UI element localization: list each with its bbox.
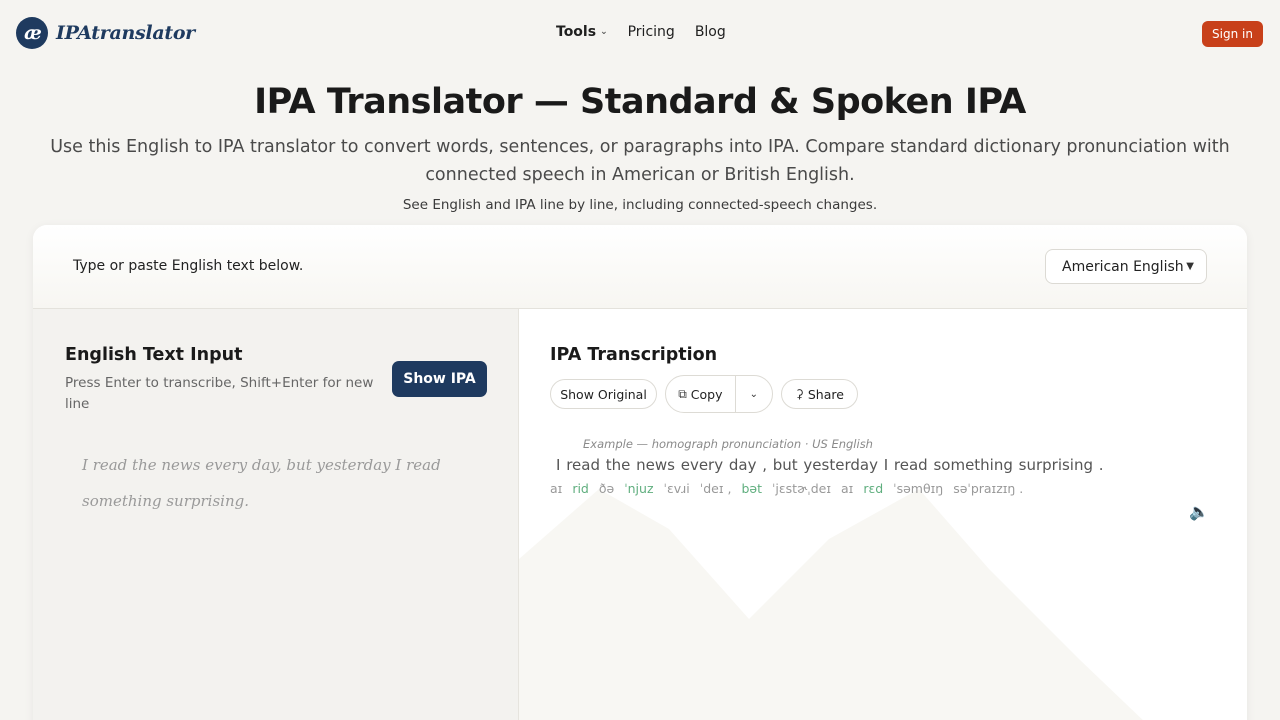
- input-panel: English Text Input Press Enter to transc…: [33, 309, 519, 720]
- brand-logo[interactable]: æ IPAtranslator: [16, 17, 195, 49]
- output-panel: IPA Transcription Show Original ⧉ Copy ⌄…: [519, 309, 1247, 720]
- ipa-token: aɪ: [550, 481, 563, 496]
- language-select[interactable]: American English ▼: [1045, 249, 1207, 284]
- top-header: æ IPAtranslator Tools ⌄ Pricing Blog Sig…: [0, 0, 1280, 68]
- ipa-token: ˈɛvɹi: [663, 481, 690, 496]
- ipa-token: bət: [741, 481, 762, 496]
- ipa-token: ˈnjuz: [624, 481, 654, 496]
- chevron-down-icon: ▼: [1186, 261, 1194, 272]
- nav-tools[interactable]: Tools ⌄: [556, 24, 608, 40]
- ipa-token: ðə: [598, 481, 615, 496]
- copy-options-button[interactable]: ⌄: [736, 376, 772, 412]
- chevron-down-icon: ⌄: [749, 388, 759, 400]
- share-label: Share: [807, 386, 844, 402]
- copy-label: Copy: [690, 386, 723, 402]
- input-panel-hint: Press Enter to transcribe, Shift+Enter f…: [65, 375, 374, 412]
- example-caption: Example — homograph pronunciation · US E…: [583, 437, 873, 451]
- ipa-token: rɛd: [863, 481, 884, 496]
- chevron-down-icon: ⌄: [600, 27, 608, 37]
- logo-icon: æ: [16, 17, 48, 49]
- language-select-value: American English: [1062, 258, 1184, 275]
- ipa-transcription-line: aɪ rid ðə ˈnjuz ˈɛvɹi ˈdeɪ , bət ˈjɛstɚˌdeɪ aɪ rɛ…: [550, 481, 1033, 496]
- english-sentence: I read the news every day , but yesterda…: [556, 456, 1104, 474]
- background-decoration: [519, 489, 1143, 720]
- ipa-token: aɪ: [841, 481, 854, 496]
- page-title: IPA Translator — Standard & Spoken IPA: [254, 82, 1026, 122]
- page-note: See English and IPA line by line, includ…: [402, 197, 878, 213]
- main-nav: Tools ⌄ Pricing Blog: [556, 24, 746, 40]
- ipa-token: ˈsəmθɪŋ: [893, 481, 944, 496]
- brand-name: IPAtranslator: [56, 22, 195, 44]
- output-panel-title: IPA Transcription: [550, 345, 718, 365]
- instruction-text: Type or paste English text below.: [73, 258, 304, 274]
- nav-pricing[interactable]: Pricing: [628, 24, 675, 40]
- input-panel-title: English Text Input: [65, 345, 243, 365]
- show-original-button[interactable]: Show Original: [550, 379, 657, 409]
- ipa-token: ˈdeɪ ,: [699, 481, 732, 496]
- ipa-token: rid: [572, 481, 589, 496]
- nav-tools-label: Tools: [556, 24, 597, 40]
- translator-card: Type or paste English text below. Americ…: [33, 225, 1247, 720]
- share-icon: ⚳: [795, 387, 804, 401]
- share-button[interactable]: ⚳ Share: [781, 379, 858, 409]
- card-toolbar: Type or paste English text below. Americ…: [33, 225, 1247, 309]
- nav-blog[interactable]: Blog: [695, 24, 726, 40]
- copy-button[interactable]: ⧉ Copy: [666, 376, 736, 412]
- show-ipa-button[interactable]: Show IPA: [392, 361, 487, 397]
- english-text-input[interactable]: I read the news every day, but yesterday…: [82, 447, 442, 519]
- speaker-icon[interactable]: 🔈: [1189, 502, 1209, 521]
- sign-in-button[interactable]: Sign in: [1202, 21, 1263, 47]
- copy-icon: ⧉: [678, 386, 687, 401]
- ipa-token: səˈpraɪzɪŋ .: [953, 481, 1024, 496]
- copy-button-group: ⧉ Copy ⌄: [665, 375, 773, 413]
- ipa-token: ˈjɛstɚˌdeɪ: [771, 481, 831, 496]
- page-subtitle: Use this English to IPA translator to co…: [50, 137, 1230, 185]
